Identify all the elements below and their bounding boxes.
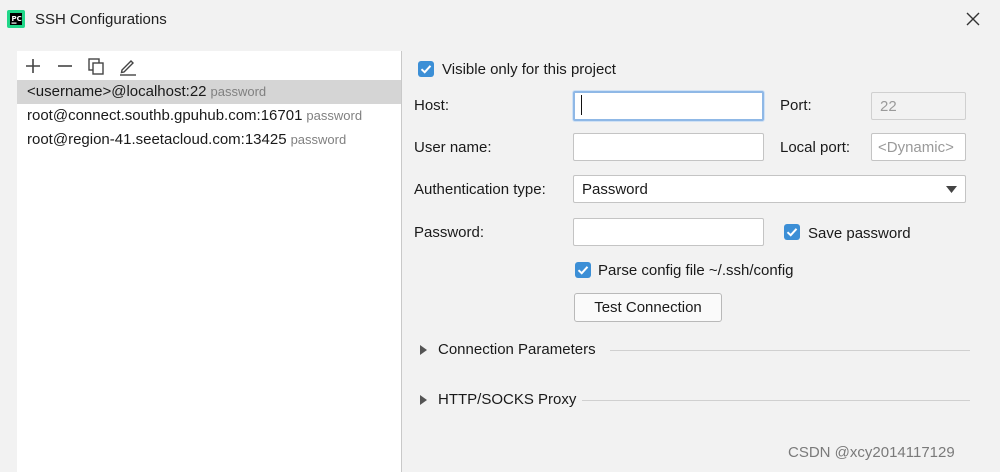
auth-type-value: Password [582,181,648,198]
parse-config-label: Parse config file ~/.ssh/config [598,262,794,279]
password-label: Password: [414,224,485,241]
pycharm-app-icon: PC [7,10,25,28]
section-divider [610,350,970,351]
config-auth-type: password [210,84,267,99]
config-name: <username>@localhost:22 [27,83,207,100]
visible-only-checkbox[interactable] [418,61,434,77]
minus-icon[interactable] [55,56,75,76]
chevron-down-icon [946,186,957,193]
panel-splitter[interactable] [401,51,402,472]
password-input[interactable] [573,218,764,246]
parse-config-checkbox[interactable] [575,262,591,278]
local-port-label: Local port: [780,139,851,156]
title-bar: PC SSH Configurations [0,0,1000,40]
visible-only-label: Visible only for this project [442,61,616,78]
pencil-icon[interactable] [118,56,138,76]
chevron-right-icon [420,345,427,355]
watermark: CSDN @xcy2014117129 [788,444,955,461]
section-label: Connection Parameters [438,341,596,358]
config-list: <username>@localhost:22 password root@con… [17,80,401,152]
config-list-panel: <username>@localhost:22 password root@con… [17,51,401,472]
auth-type-select[interactable]: Password [573,175,966,203]
local-port-input[interactable] [871,133,966,161]
plus-icon[interactable] [23,56,43,76]
username-label: User name: [414,139,492,156]
save-password-checkbox[interactable] [784,224,800,240]
config-auth-type: password [306,108,363,123]
check-icon [577,266,589,275]
list-item[interactable]: <username>@localhost:22 password [17,80,401,104]
port-input[interactable] [871,92,966,120]
port-label: Port: [780,97,812,114]
config-name: root@region-41.seetacloud.com:13425 [27,131,287,148]
save-password-label: Save password [808,225,911,242]
auth-type-label: Authentication type: [414,181,546,198]
host-label: Host: [414,97,450,114]
list-item[interactable]: root@connect.southb.gpuhub.com:16701 pass… [17,104,401,128]
chevron-right-icon [420,395,427,405]
copy-icon[interactable] [86,56,106,76]
username-input[interactable] [573,133,764,161]
close-icon[interactable] [962,8,984,30]
section-label: HTTP/SOCKS Proxy [438,391,577,408]
list-item[interactable]: root@region-41.seetacloud.com:13425 passw… [17,128,401,152]
config-name: root@connect.southb.gpuhub.com:16701 [27,107,303,124]
text-caret [581,95,582,115]
test-connection-button[interactable]: Test Connection [574,293,722,322]
host-input[interactable] [573,91,764,121]
section-divider [582,400,970,401]
connection-parameters-section[interactable]: Connection Parameters [420,340,970,360]
http-socks-proxy-section[interactable]: HTTP/SOCKS Proxy [420,390,970,410]
window-title: SSH Configurations [35,11,167,28]
check-icon [420,65,432,74]
config-auth-type: password [290,132,347,147]
check-icon [786,228,798,237]
svg-text:PC: PC [12,15,22,23]
